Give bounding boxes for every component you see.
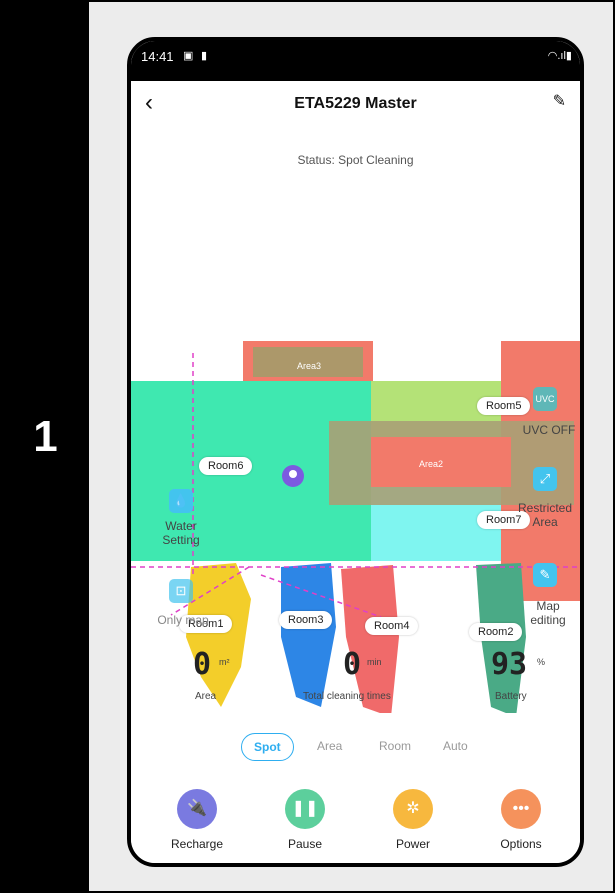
water-drop-icon[interactable]: 💧 (169, 489, 193, 513)
only-map-label: Only map (157, 613, 209, 627)
area-label: Area (195, 691, 217, 702)
fan-power-icon[interactable]: ✲ (393, 789, 433, 829)
options-more-icon[interactable]: ••• (501, 789, 541, 829)
mode-area[interactable]: Area (317, 739, 342, 753)
room1-region (186, 563, 251, 707)
cleaning-status: Status: Spot Cleaning (297, 153, 414, 167)
restricted-area-label: Restricted Area (517, 501, 573, 529)
area-unit: m² (219, 657, 230, 667)
time-label: Total cleaning times (303, 691, 391, 702)
edit-icon[interactable]: ✎ (553, 91, 566, 111)
map-editing-icon[interactable]: ✎ (533, 563, 557, 587)
signal-icon: ◠.ıl▮ (547, 50, 572, 62)
water-setting-label: Water Setting (162, 519, 200, 547)
area-value: 0 (193, 647, 212, 682)
pause-label: Pause (287, 837, 323, 851)
mode-spot[interactable]: Spot (241, 733, 294, 761)
time-unit: min (367, 657, 382, 667)
power-label: Power (395, 837, 430, 851)
uvc-icon[interactable]: UVC (533, 387, 557, 411)
clock: 14:41 (141, 49, 174, 64)
room-tag[interactable]: Room3 (279, 611, 333, 629)
step-number: 1 (33, 412, 58, 461)
battery-value: 93 (491, 647, 528, 682)
battery-label: Battery (495, 691, 527, 702)
battery-small-icon: ▮ (201, 50, 208, 62)
mode-room[interactable]: Room (379, 739, 411, 753)
gallery-icon: ▣ (183, 50, 194, 62)
status-bar: 14:41 ▣ ▮ ◠.ıl▮ (131, 41, 580, 81)
battery-unit: % (537, 657, 546, 667)
control-panel: Spot Area Room Auto 🔌 ❚❚ ✲ ••• Recharge … (131, 713, 580, 863)
step-sidebar: 1 (2, 2, 89, 891)
area2-label: Area2 (419, 459, 443, 469)
area3-label: Area3 (297, 361, 321, 371)
room-tag[interactable]: Room6 (199, 457, 253, 475)
device-title: ETA5229 Master (294, 95, 417, 112)
mode-auto[interactable]: Auto (443, 739, 468, 753)
restricted-area-icon[interactable]: ⤢ (533, 467, 557, 491)
pause-icon[interactable]: ❚❚ (285, 789, 325, 829)
map-editing-label: Map editing (530, 599, 566, 627)
phone-screen: 14:41 ▣ ▮ ◠.ıl▮ ‹ ETA5229 Master ✎ Statu… (127, 37, 584, 867)
options-label: Options (500, 837, 542, 851)
only-map-icon[interactable]: ⊡ (169, 579, 193, 603)
recharge-plug-icon[interactable]: 🔌 (177, 789, 217, 829)
app-header: ‹ ETA5229 Master ✎ (131, 81, 580, 127)
time-value: 0 (343, 647, 362, 682)
room-tag[interactable]: Room4 (365, 617, 419, 635)
recharge-label: Recharge (170, 837, 224, 851)
uvc-label: UVC OFF (522, 423, 576, 437)
room-tag[interactable]: Room5 (477, 397, 531, 415)
